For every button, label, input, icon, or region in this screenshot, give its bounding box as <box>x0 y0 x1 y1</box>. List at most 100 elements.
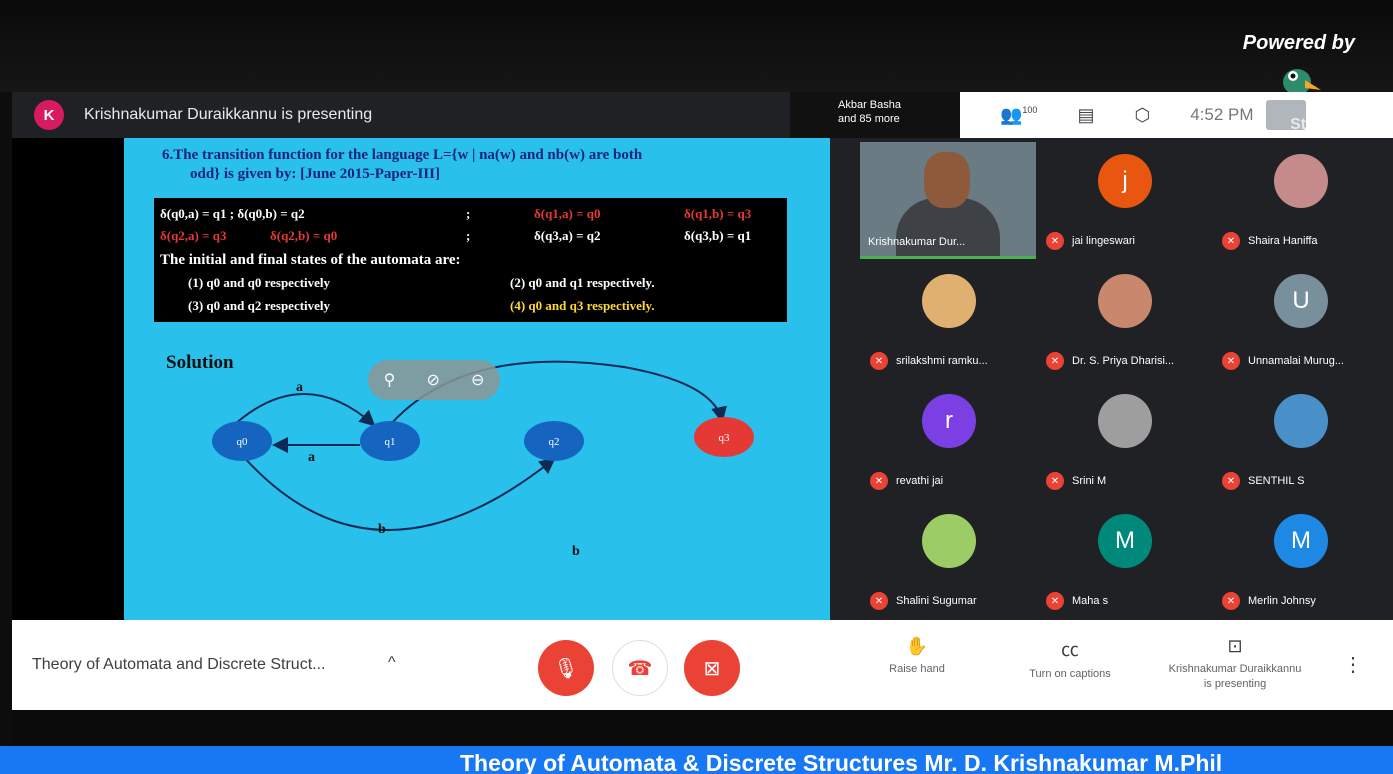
other-participants-name: Akbar Basha <box>838 99 901 111</box>
captions-button[interactable]: ㏄ Turn on captions <box>1012 636 1128 680</box>
presentation-slide: 6.The transition function for the langua… <box>124 138 830 620</box>
state-q1-label: q1 <box>385 436 396 448</box>
option-1: (1) q0 and q0 respectively <box>188 275 331 290</box>
state-q3: q3 <box>694 417 754 457</box>
transition-table: δ(q0,a) = q1 ; δ(q0,b) = q2 ; δ(q1,a) = … <box>154 198 787 322</box>
participant-tile[interactable]: ✕ srilakshmi ramku... <box>860 262 1036 379</box>
option-2: (2) q0 and q1 respectively. <box>510 275 655 290</box>
presentation-status-button[interactable]: ⊡ Krishnakumar Duraikkannu is presenting <box>1152 636 1318 690</box>
people-button[interactable]: 👥100 <box>1000 105 1037 126</box>
eq-row1-right-a: δ(q1,a) = q0 <box>534 206 601 221</box>
participant-avatar: r <box>922 394 976 448</box>
participant-name: Shaira Haniffa <box>1248 235 1318 247</box>
raise-hand-label: Raise hand <box>889 663 945 675</box>
meeting-controls-bar: Theory of Automata and Discrete Struct..… <box>12 620 1393 710</box>
mic-off-icon: 🎙 <box>553 657 579 680</box>
mic-off-icon: ✕ <box>1222 232 1240 250</box>
participant-name: Unnamalai Murug... <box>1248 355 1344 367</box>
mic-off-icon: ✕ <box>1046 232 1064 250</box>
banner-text: Theory of Automata & Discrete Structures… <box>460 750 1223 774</box>
state-q3-label: q3 <box>719 432 731 444</box>
mic-off-icon: ✕ <box>870 352 888 370</box>
participant-tile[interactable]: ✕ Srini M <box>1036 382 1212 499</box>
meet-top-bar: Akbar Basha and 85 more 👥100 ▤ ⬡ 4:52 PM… <box>790 92 1393 138</box>
remove-icon[interactable]: ⊖ <box>471 370 484 390</box>
presenting-line1: Krishnakumar Duraikkannu <box>1168 663 1302 675</box>
question-title-line1: 6.The transition function for the langua… <box>162 147 643 163</box>
eq-row1-right-b: δ(q1,b) = q3 <box>684 206 752 221</box>
more-options-icon[interactable]: ⋮ <box>1343 652 1363 677</box>
leave-call-button[interactable]: ☎ <box>612 640 668 696</box>
mic-off-icon: ✕ <box>1222 592 1240 610</box>
other-participants-more: and 85 more <box>838 113 900 125</box>
participant-tile[interactable]: ✕ Dr. S. Priya Dharisi... <box>1036 262 1212 379</box>
mic-off-icon: ✕ <box>1046 472 1064 490</box>
edge-label-q1-q0: a <box>308 450 315 465</box>
eq-row2-left-b: δ(q2,b) = q0 <box>270 228 338 243</box>
stream-background <box>0 0 1393 92</box>
state-q0: q0 <box>212 421 272 461</box>
people-icon: 👥 <box>1000 104 1023 125</box>
mic-toggle-button[interactable]: 🎙 <box>538 640 594 696</box>
participant-tile[interactable]: ✕ Shalini Sugumar <box>860 502 1036 619</box>
participant-photo <box>1098 394 1152 448</box>
state-q2-label: q2 <box>549 436 560 448</box>
presenter-video-tile[interactable]: Krishnakumar Dur... <box>860 142 1036 259</box>
presenter-name: Krishnakumar Dur... <box>868 236 966 248</box>
camera-toggle-button[interactable]: ⊠ <box>684 640 740 696</box>
participant-photo <box>1274 394 1328 448</box>
participant-tile[interactable]: ✕ Shaira Haniffa <box>1212 142 1388 259</box>
participant-tile[interactable]: ✕ SENTHIL S <box>1212 382 1388 499</box>
slide-margin <box>12 138 124 620</box>
presenting-text: Krishnakumar Duraikkannu is presenting <box>84 106 373 123</box>
mic-off-icon: ✕ <box>870 592 888 610</box>
participant-name: jai lingeswari <box>1072 235 1135 247</box>
participant-name: Shalini Sugumar <box>896 595 977 607</box>
captions-icon: ㏄ <box>1061 640 1079 660</box>
edge-label-q0-q2: b <box>378 522 386 537</box>
stream-footer-gap <box>12 710 1393 746</box>
state-q2: q2 <box>524 421 584 461</box>
raise-hand-button[interactable]: ✋ Raise hand <box>874 636 960 675</box>
participant-tile[interactable]: j ✕ jai lingeswari <box>1036 142 1212 259</box>
participant-avatar: U <box>1274 274 1328 328</box>
question-title: 6.The transition function for the langua… <box>162 146 812 184</box>
chevron-up-icon[interactable]: ^ <box>388 654 396 672</box>
streamyard-watermark: StreamYard <box>1290 116 1379 133</box>
eq-row1-sep: ; <box>466 206 471 221</box>
state-q1: q1 <box>360 421 420 461</box>
captions-label: Turn on captions <box>1029 668 1111 680</box>
chat-icon[interactable]: ▤ <box>1077 105 1094 126</box>
participant-avatar: M <box>1274 514 1328 568</box>
hand-icon: ✋ <box>905 636 929 656</box>
participant-tile[interactable]: r ✕ revathi jai <box>860 382 1036 499</box>
participant-tile[interactable]: M ✕ Maha s <box>1036 502 1212 619</box>
presentation-controls-overlay[interactable]: ⚲ ⊘ ⊖ <box>368 360 500 400</box>
pin-icon[interactable]: ⚲ <box>384 370 396 390</box>
edge-label-q0-q1: a <box>296 380 303 395</box>
participant-avatar: M <box>1098 514 1152 568</box>
edge-q0-q1 <box>233 393 376 427</box>
participant-name: Maha s <box>1072 595 1109 607</box>
participant-name: revathi jai <box>896 475 944 487</box>
hang-up-icon: ☎ <box>627 657 653 680</box>
present-screen-icon: ⊡ <box>1227 636 1243 656</box>
eq-row2-right-a: δ(q3,a) = q2 <box>534 228 601 243</box>
participant-tile[interactable]: U ✕ Unnamalai Murug... <box>1212 262 1388 379</box>
meeting-title[interactable]: Theory of Automata and Discrete Struct..… <box>32 656 325 674</box>
mic-off-icon: ✕ <box>1222 352 1240 370</box>
presenter-head <box>924 152 970 208</box>
other-participants: Akbar Basha and 85 more <box>790 92 960 138</box>
participants-count: 100 <box>1022 104 1038 115</box>
edge-q0-q2 <box>241 454 556 531</box>
mic-off-icon: ✕ <box>1046 592 1064 610</box>
participant-name: srilakshmi ramku... <box>896 355 988 367</box>
edge-label-b: b <box>572 544 580 559</box>
presenting-banner: K Krishnakumar Duraikkannu is presenting <box>12 92 792 138</box>
mute-overlay-icon[interactable]: ⊘ <box>426 370 439 390</box>
participant-tile[interactable]: M ✕ Merlin Johnsy <box>1212 502 1388 619</box>
participant-photo <box>922 514 976 568</box>
state-q0-label: q0 <box>237 436 249 448</box>
activities-icon[interactable]: ⬡ <box>1134 105 1150 126</box>
eq-row2-sep: ; <box>466 228 471 243</box>
